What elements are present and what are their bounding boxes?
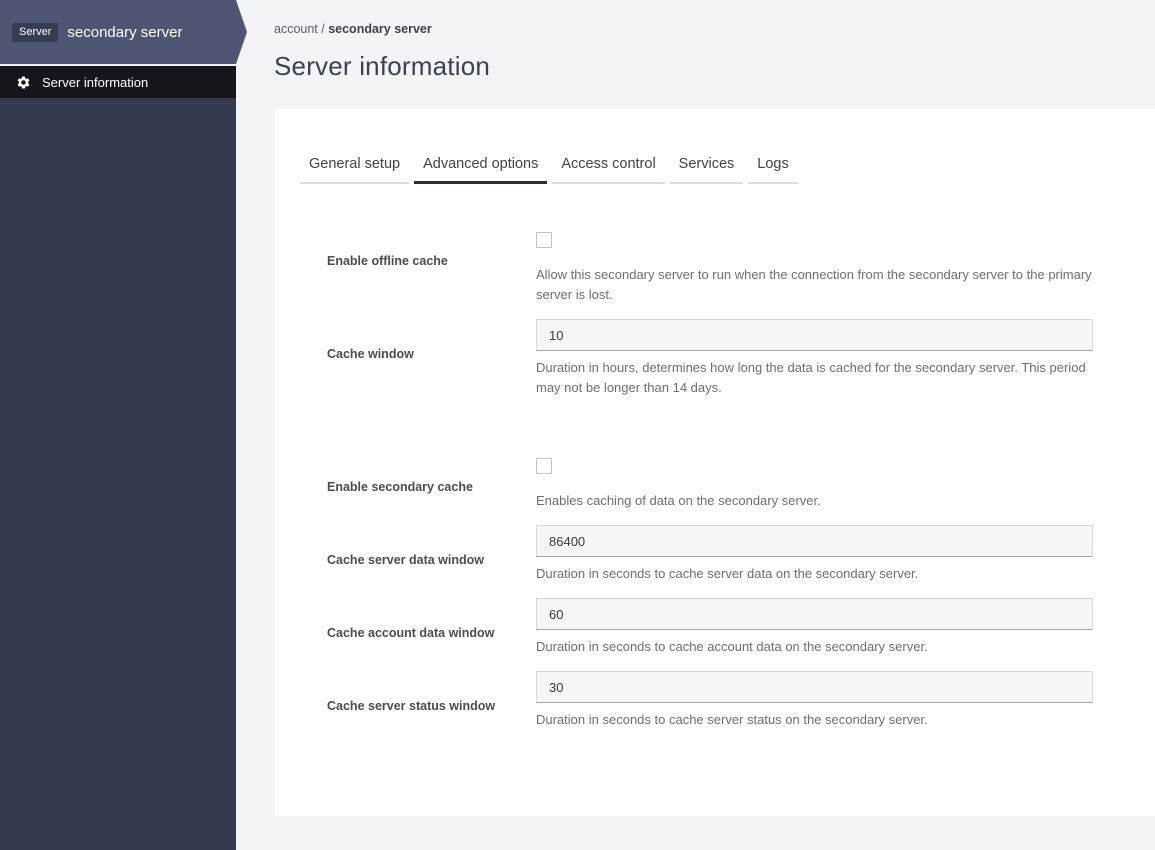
field-label: Cache server data window <box>327 553 485 567</box>
cache-account-data-window-input[interactable] <box>536 598 1093 630</box>
field-label: Enable secondary cache <box>327 480 473 494</box>
field-help: Duration in seconds to cache server stat… <box>536 712 928 727</box>
field-help: Duration in seconds to cache account dat… <box>536 639 928 654</box>
field-control: Duration in seconds to cache account dat… <box>536 598 1093 657</box>
field-label: Cache account data window <box>327 626 495 640</box>
page-title: Server information <box>274 51 491 81</box>
breadcrumb-parent[interactable]: account <box>274 22 318 36</box>
form-row-cache-server-data-window: Cache server data window Duration in sec… <box>327 525 1093 584</box>
breadcrumb-separator: / <box>317 22 329 36</box>
field-help: Enables caching of data on the secondary… <box>536 493 821 508</box>
enable-offline-cache-checkbox[interactable] <box>536 232 552 248</box>
server-type-badge: Server <box>12 22 59 42</box>
field-control: Duration in hours, determines how long t… <box>536 319 1093 398</box>
tab-access-control[interactable]: Access control <box>552 151 665 184</box>
advanced-options-form: Enable offline cache Allow this secondar… <box>275 232 1155 730</box>
form-row-cache-server-status-window: Cache server status window Duration in s… <box>327 671 1093 730</box>
tab-services[interactable]: Services <box>669 151 744 184</box>
form-row-cache-window: Cache window Duration in hours, determin… <box>327 319 1093 398</box>
field-control: Allow this secondary server to run when … <box>536 232 1093 305</box>
cache-server-status-window-input[interactable] <box>536 671 1093 703</box>
form-row-cache-account-data-window: Cache account data window Duration in se… <box>327 598 1093 657</box>
sidebar: Server secondary server Server informati… <box>0 0 247 850</box>
field-label: Cache window <box>327 347 414 361</box>
sidebar-item-label: Server information <box>42 74 149 90</box>
breadcrumb-current: secondary server <box>328 22 432 36</box>
breadcrumb: account / secondary server <box>274 22 1155 36</box>
field-control: Duration in seconds to cache server data… <box>536 525 1093 584</box>
field-control: Enables caching of data on the secondary… <box>536 458 1093 511</box>
field-control: Duration in seconds to cache server stat… <box>536 671 1093 730</box>
tab-advanced-options[interactable]: Advanced options <box>414 151 548 184</box>
form-row-enable-offline-cache: Enable offline cache Allow this secondar… <box>327 232 1093 305</box>
field-help: Duration in seconds to cache server data… <box>536 566 919 581</box>
main-content: account / secondary server Server inform… <box>236 0 1155 850</box>
enable-secondary-cache-checkbox[interactable] <box>536 458 552 474</box>
cache-window-input[interactable] <box>536 319 1093 351</box>
gear-icon <box>16 75 31 90</box>
server-name: secondary server <box>67 23 183 41</box>
field-label: Cache server status window <box>327 699 496 713</box>
cache-server-data-window-input[interactable] <box>536 525 1093 557</box>
tab-general-setup[interactable]: General setup <box>300 151 410 184</box>
field-label: Enable offline cache <box>327 254 448 268</box>
form-row-enable-secondary-cache: Enable secondary cache Enables caching o… <box>327 458 1093 511</box>
field-help: Allow this secondary server to run when … <box>536 267 1092 302</box>
field-help: Duration in hours, determines how long t… <box>536 360 1086 395</box>
tab-bar: General setup Advanced options Access co… <box>300 151 1155 184</box>
settings-card: General setup Advanced options Access co… <box>275 109 1155 816</box>
sidebar-header: Server secondary server <box>0 0 247 64</box>
sidebar-item-server-information[interactable]: Server information <box>0 66 236 98</box>
tab-logs[interactable]: Logs <box>748 151 798 184</box>
